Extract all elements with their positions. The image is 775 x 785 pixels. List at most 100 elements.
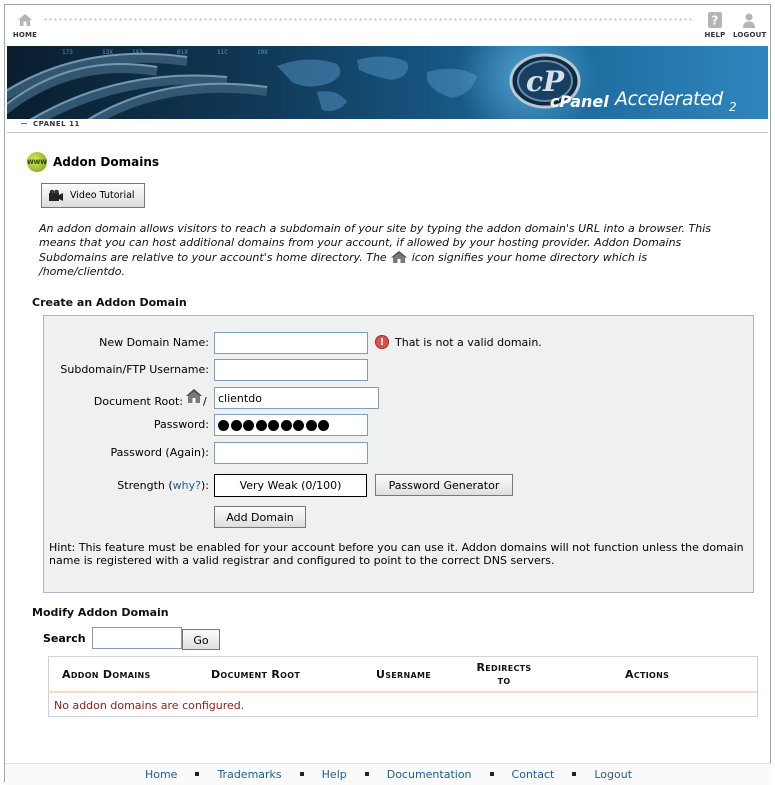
svg-text:13X: 13X	[102, 49, 113, 56]
password-generator-button[interactable]: Password Generator	[375, 474, 513, 496]
home-icon	[18, 14, 32, 26]
docroot-label: Document Root:	[93, 395, 183, 408]
row-password: Password:	[44, 414, 755, 436]
strength-label-pre: Strength (	[117, 479, 173, 492]
footer: Home Trademarks Help Documentation Contact Lo…	[5, 763, 772, 785]
row-subdomain: Subdomain/FTP Username:	[44, 359, 755, 381]
password-dot	[305, 419, 317, 431]
row-strength: Strength (why?): Very Weak (0/100) Passw…	[44, 474, 755, 497]
footer-link-contact[interactable]: Contact	[512, 768, 555, 781]
video-tutorial-label: Video Tutorial	[70, 190, 135, 201]
logout-nav-button[interactable]: LOGOUT	[733, 11, 767, 39]
error-icon: !	[375, 335, 389, 349]
page-frame: HOME ? HELP LOGOUT 173 13X 1X3 01X 11C 1…	[4, 4, 772, 785]
password-dot	[318, 419, 329, 431]
go-button[interactable]: Go	[182, 629, 220, 650]
document-root-input[interactable]	[214, 387, 379, 409]
footer-separator	[364, 772, 369, 776]
footer-links: Home Trademarks Help Documentation Contact Lo…	[5, 768, 772, 781]
home-nav-button[interactable]: HOME	[9, 11, 41, 39]
empty-table-message: No addon domains are configured.	[54, 699, 245, 712]
footer-link-documentation[interactable]: Documentation	[387, 768, 472, 781]
question-icon: ?	[708, 12, 722, 28]
footer-link-trademarks[interactable]: Trademarks	[217, 768, 281, 781]
password-again-input[interactable]	[214, 442, 368, 464]
footer-separator	[299, 772, 304, 776]
video-camera-icon	[49, 189, 63, 201]
footer-link-logout[interactable]: Logout	[594, 768, 632, 781]
col-actions: Actions	[625, 668, 670, 681]
svg-text:11C: 11C	[217, 49, 228, 56]
www-globe-icon: WWW	[27, 152, 47, 172]
password-label: Password:	[153, 418, 209, 431]
banner-version: 2	[729, 100, 737, 114]
search-label: Search	[43, 632, 86, 645]
help-nav-label: HELP	[704, 31, 726, 39]
password-dot	[243, 419, 254, 431]
create-section-title: Create an Addon Domain	[32, 296, 187, 309]
footer-separator	[489, 772, 494, 776]
password-again-label: Password (Again):	[110, 446, 209, 459]
home-directory-icon	[186, 389, 202, 403]
addon-domains-table: Addon Domains Document Root Username Red…	[48, 656, 758, 717]
password-dot	[255, 419, 267, 431]
home-nav-label: HOME	[12, 31, 38, 39]
password-dot	[280, 419, 292, 431]
col-username[interactable]: Username	[376, 668, 431, 681]
video-tutorial-button[interactable]: Video Tutorial	[41, 183, 145, 208]
col-addon-domains[interactable]: Addon Domains	[62, 668, 151, 681]
strength-label-post: ):	[201, 479, 209, 492]
banner-accelerated: Accelerated	[615, 88, 723, 110]
add-domain-button[interactable]: Add Domain	[214, 506, 306, 528]
col-redirects-to[interactable]: Redirects to	[469, 661, 539, 687]
new-domain-input[interactable]	[214, 332, 368, 354]
intro-home-path: /home/clientdo.	[39, 265, 126, 278]
row-password-again: Password (Again):	[44, 442, 755, 464]
domain-error-text: That is not a valid domain.	[395, 335, 542, 349]
password-input[interactable]	[214, 414, 368, 436]
tab-marker	[21, 123, 27, 124]
page-title: WWW Addon Domains	[27, 152, 159, 172]
svg-text:19X: 19X	[257, 49, 268, 56]
password-dot	[230, 419, 242, 431]
footer-link-help[interactable]: Help	[322, 768, 347, 781]
banner-brand: cPanel	[550, 92, 609, 111]
strength-label: Strength (why?):	[117, 479, 209, 492]
new-domain-label: New Domain Name:	[99, 336, 209, 349]
logout-nav-label: LOGOUT	[733, 31, 767, 39]
table-header: Addon Domains Document Root Username Red…	[49, 657, 757, 693]
why-link[interactable]: why?	[173, 479, 201, 492]
intro-text: An addon domain allows visitors to reach…	[39, 222, 751, 279]
create-addon-form: New Domain Name: ! That is not a valid d…	[43, 315, 754, 593]
help-nav-button[interactable]: ? HELP	[699, 11, 731, 39]
tab-cpanel[interactable]: CPANEL 11	[33, 120, 80, 128]
top-nav: HOME ? HELP LOGOUT	[5, 5, 770, 45]
intro-text-part2: icon signifies your home directory which…	[411, 251, 648, 264]
svg-text:01X: 01X	[177, 49, 188, 56]
col-document-root[interactable]: Document Root	[211, 668, 300, 681]
row-new-domain: New Domain Name: ! That is not a valid d…	[44, 332, 755, 354]
search-input[interactable]	[92, 627, 182, 649]
modify-section-title: Modify Addon Domain	[32, 606, 169, 619]
password-dot	[218, 419, 229, 431]
hint-text: Hint: This feature must be enabled for y…	[49, 541, 744, 567]
page-title-text: Addon Domains	[53, 155, 160, 169]
footer-separator	[195, 772, 200, 776]
password-dot	[268, 419, 279, 431]
row-document-root: Document Root: /	[44, 387, 755, 409]
subdomain-label: Subdomain/FTP Username:	[60, 363, 209, 376]
footer-separator	[572, 772, 577, 776]
domain-error: ! That is not a valid domain.	[375, 335, 542, 349]
cpanel-banner: 173 13X 1X3 01X 11C 19X cP cPanel Accelerate…	[7, 46, 768, 119]
nav-dot-divider	[43, 17, 692, 23]
home-directory-icon	[391, 251, 408, 263]
footer-link-home[interactable]: Home	[145, 768, 177, 781]
password-dot	[293, 419, 304, 431]
svg-text:1X3: 1X3	[132, 49, 143, 56]
svg-text:173: 173	[62, 49, 73, 56]
subdomain-input[interactable]	[214, 359, 368, 381]
tab-strip: CPANEL 11	[7, 119, 768, 133]
svg-text:?: ?	[711, 14, 718, 28]
docroot-prefix: /	[203, 395, 207, 408]
strength-meter: Very Weak (0/100)	[214, 474, 367, 497]
